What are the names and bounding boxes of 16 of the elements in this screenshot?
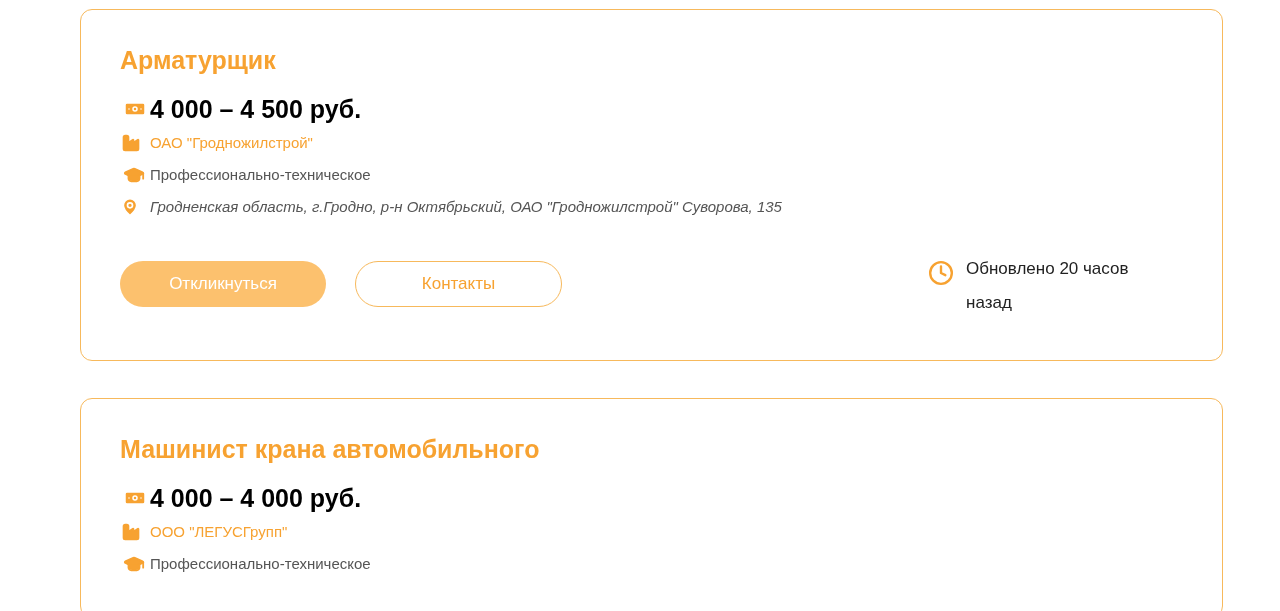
salary-text: 4 000 – 4 000 руб. bbox=[150, 483, 362, 513]
company-link[interactable]: ООО "ЛЕГУСГрупп" bbox=[150, 520, 288, 544]
salary-text: 4 000 – 4 500 руб. bbox=[150, 94, 362, 124]
vacancy-title[interactable]: Машинист крана автомобильного bbox=[120, 433, 1183, 465]
updated-text: Обновлено 20 часов назад bbox=[966, 258, 1130, 314]
clock-icon bbox=[928, 260, 954, 286]
company-link[interactable]: ОАО "Гродножилстрой" bbox=[150, 131, 313, 155]
vacancy-title[interactable]: Арматурщик bbox=[120, 44, 1183, 76]
factory-icon bbox=[120, 133, 142, 153]
respond-button[interactable]: Откликнуться bbox=[120, 261, 326, 307]
contacts-button[interactable]: Контакты bbox=[355, 261, 562, 307]
factory-icon bbox=[120, 522, 142, 542]
address-text: Гродненская область, г.Гродно, р-н Октябрьский, ОАО "Гродножилстрой" Суворова, 135 bbox=[150, 196, 782, 217]
education-text: Профессионально-техническое bbox=[150, 164, 371, 185]
education-text: Профессионально-техническое bbox=[150, 553, 371, 574]
location-pin-icon bbox=[120, 196, 140, 218]
